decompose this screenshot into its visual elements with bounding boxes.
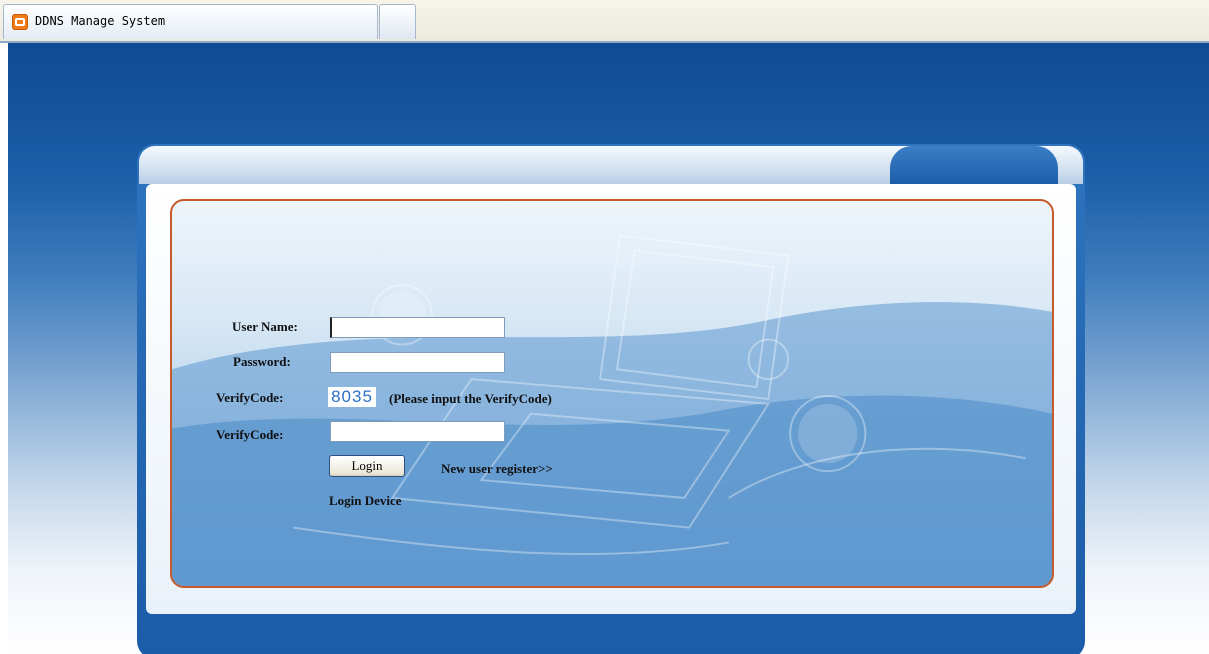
username-label: User Name:	[232, 319, 298, 334]
new-tab-button[interactable]	[379, 4, 416, 39]
laptop-illustration	[293, 234, 1026, 555]
password-label: Password:	[233, 354, 291, 369]
verifycode-image: 8035	[328, 387, 376, 407]
app-icon	[12, 14, 28, 30]
verifycode-display-label: VerifyCode:	[216, 390, 284, 405]
login-frame-tab-decoration	[890, 146, 1058, 186]
tab-title: DDNS Manage System	[35, 14, 166, 28]
verifycode-input-label: VerifyCode:	[216, 427, 284, 442]
login-button[interactable]: Login	[329, 455, 405, 477]
login-device-link[interactable]: Login Device	[329, 493, 402, 509]
login-panel	[170, 199, 1054, 588]
browser-tab-strip: DDNS Manage System	[0, 0, 1209, 43]
new-user-register-link[interactable]: New user register>>	[441, 461, 553, 477]
browser-tab-active[interactable]: DDNS Manage System	[3, 4, 378, 39]
password-input[interactable]	[330, 352, 505, 373]
verifycode-input[interactable]	[330, 421, 505, 442]
username-input[interactable]	[330, 317, 505, 338]
verifycode-hint: (Please input the VerifyCode)	[389, 391, 552, 406]
